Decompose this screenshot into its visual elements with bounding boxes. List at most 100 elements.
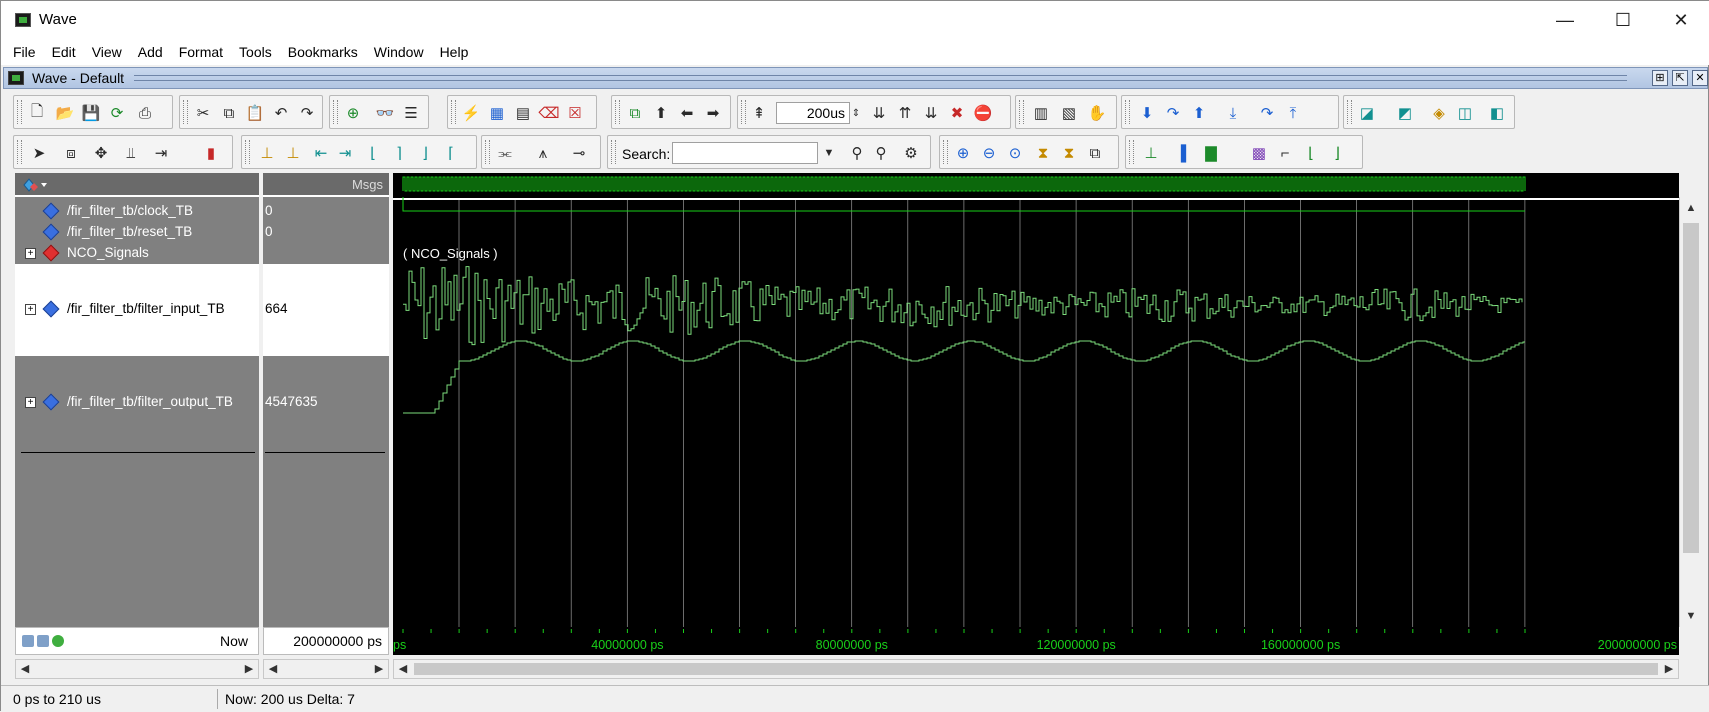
zoom-full-icon[interactable]: ⊙ (1004, 142, 1026, 164)
step-over-2-icon[interactable]: ↷ (1256, 102, 1278, 124)
merge-icon[interactable]: ⫘ (494, 142, 516, 164)
signal-row-nco-group[interactable]: + NCO_Signals (15, 243, 259, 263)
rising-edge-icon[interactable]: ⌉ (388, 142, 410, 164)
signal-row-filter-input[interactable]: + /fir_filter_tb/filter_input_TB (15, 264, 259, 356)
expand-icon[interactable]: + (25, 304, 36, 315)
vertical-scrollbar[interactable]: ▲ ▼ (1679, 197, 1701, 627)
simulate-icon[interactable]: ▤ (512, 102, 534, 124)
refresh-icon[interactable]: ⟳ (106, 102, 128, 124)
fill-mode-icon[interactable]: ▇ (1200, 142, 1222, 164)
previous-rise-icon[interactable]: ⌋ (414, 142, 436, 164)
stop-icon[interactable]: ☒ (564, 102, 586, 124)
bar-mode-icon[interactable]: ▐ (1170, 142, 1192, 164)
insert-cursor-icon[interactable]: ⊥ (256, 142, 278, 164)
up-arrow-icon[interactable]: ⬆ (650, 102, 672, 124)
signal-row-filter-output[interactable]: + /fir_filter_tb/filter_output_TB (15, 357, 259, 449)
value-horizontal-scrollbar[interactable]: ◀ ▶ (263, 659, 389, 679)
zoom-out-icon[interactable]: ⊖ (978, 142, 1000, 164)
scroll-right-icon[interactable]: ▶ (370, 660, 388, 678)
stop-sim-icon[interactable]: ⛔ (972, 102, 994, 124)
split-icon[interactable]: ⩚ (532, 142, 554, 164)
previous-edge-icon[interactable]: ⇤ (310, 142, 332, 164)
next-fall-icon[interactable]: ⌈ (440, 142, 462, 164)
step-into-icon[interactable]: ⬇ (1136, 102, 1158, 124)
run-all-icon[interactable]: ⇊ (920, 102, 942, 124)
step-out-icon[interactable]: ⬆ (1188, 102, 1210, 124)
step-mode-icon[interactable]: ⌐ (1274, 142, 1296, 164)
break-icon[interactable]: ⌫ (538, 102, 560, 124)
print-icon[interactable]: ⎙ (134, 102, 156, 124)
scroll-right-icon[interactable]: ▶ (240, 660, 258, 678)
waveform-pane[interactable]: ( NCO_Signals ) (393, 173, 1679, 627)
redo-icon[interactable]: ↷ (296, 102, 318, 124)
compile-all-icon[interactable]: ▦ (486, 102, 508, 124)
performance-icon[interactable]: ▥ (1030, 102, 1052, 124)
memory-icon[interactable]: ▧ (1058, 102, 1080, 124)
forward-arrow-icon[interactable]: ➡ (702, 102, 724, 124)
run-length-input[interactable] (776, 102, 850, 124)
zoom-cursor-icon[interactable]: ⧗ (1032, 142, 1054, 164)
menu-file[interactable]: File (5, 39, 44, 65)
minimize-button[interactable]: — (1536, 1, 1594, 39)
scroll-left-icon[interactable]: ◀ (394, 660, 412, 678)
copy-icon[interactable]: ⧉ (218, 102, 240, 124)
run-length-spinner[interactable]: ⇕ (850, 102, 862, 124)
paste-icon[interactable]: 📋 (244, 102, 266, 124)
maximize-button[interactable]: ☐ (1594, 1, 1652, 39)
scroll-right-icon[interactable]: ▶ (1660, 660, 1678, 678)
digital-mode-icon[interactable]: ⌋ (1326, 142, 1348, 164)
select-pointer-icon[interactable]: ➤ (28, 142, 50, 164)
expand-icon[interactable]: + (25, 397, 36, 408)
open-folder-icon[interactable]: 📂 (54, 102, 76, 124)
next-edge-icon[interactable]: ⇥ (334, 142, 356, 164)
falling-edge-icon[interactable]: ⌊ (362, 142, 384, 164)
pane-undock-icon[interactable]: ⇱ (1672, 70, 1688, 86)
traffic-light-icon[interactable]: ▮ (200, 142, 222, 164)
search-options-icon[interactable]: ⚙ (900, 142, 922, 164)
analog-mode-icon[interactable]: ⌊ (1300, 142, 1322, 164)
scroll-left-icon[interactable]: ◀ (264, 660, 282, 678)
vertical-scroll-thumb[interactable] (1683, 223, 1699, 553)
insert-mode-icon[interactable]: ⇥ (150, 142, 172, 164)
expand-mode-icon[interactable]: ▩ (1248, 142, 1270, 164)
pan-mode-icon[interactable]: ✥ (90, 142, 112, 164)
close-button[interactable]: ✕ (1652, 1, 1709, 39)
menu-edit[interactable]: Edit (44, 39, 84, 65)
connect-icon[interactable]: ⊸ (568, 142, 590, 164)
pane-header[interactable]: Wave - Default ⊞ ⇱ ✕ (3, 67, 1708, 89)
search-previous-icon[interactable]: ⚲ (846, 142, 868, 164)
run-icon[interactable]: ⇊ (868, 102, 890, 124)
menu-tools[interactable]: Tools (231, 39, 280, 65)
format-1-icon[interactable]: ◪ (1356, 102, 1378, 124)
save-icon[interactable]: 💾 (80, 102, 102, 124)
menu-view[interactable]: View (84, 39, 130, 65)
time-axis[interactable]: ps 40000000 ps 80000000 ps 120000000 ps 1600… (393, 627, 1679, 655)
search-dropdown-icon[interactable]: ▼ (818, 142, 840, 164)
step-dropdown-icon[interactable]: ⤓ (1222, 102, 1244, 124)
compile-icon[interactable]: ⚡ (460, 102, 482, 124)
cursor-tools-icon[interactable] (22, 635, 68, 649)
zoom-in-icon[interactable]: ⊕ (952, 142, 974, 164)
add-icon[interactable]: ⊕ (342, 102, 364, 124)
break-sim-icon[interactable]: ✖ (946, 102, 968, 124)
format-3-icon[interactable]: ◈ (1428, 102, 1450, 124)
wave-horizontal-scrollbar[interactable]: ◀ ▶ (393, 659, 1679, 679)
zoom-mode-icon[interactable]: ⧈ (60, 142, 82, 164)
menu-bookmarks[interactable]: Bookmarks (280, 39, 366, 65)
search-next-icon[interactable]: ⚲ (870, 142, 892, 164)
step-over-icon[interactable]: ↷ (1162, 102, 1184, 124)
find-binoculars-icon[interactable]: 👓 (374, 102, 396, 124)
back-arrow-icon[interactable]: ⬅ (676, 102, 698, 124)
structure-icon[interactable]: ☰ (400, 102, 422, 124)
delete-cursor-icon[interactable]: ⊥ (282, 142, 304, 164)
format-5-icon[interactable]: ◧ (1486, 102, 1508, 124)
step-out-2-icon[interactable]: ⤒ (1282, 102, 1304, 124)
edit-mode-icon[interactable]: ⫫ (120, 142, 142, 164)
zoom-cursors-icon[interactable]: ⧗ (1058, 142, 1080, 164)
wave-scroll-thumb[interactable] (414, 663, 1658, 675)
signal-row-reset[interactable]: /fir_filter_tb/reset_TB (15, 222, 259, 242)
pane-dock-icon[interactable]: ⊞ (1652, 70, 1668, 86)
continue-icon[interactable]: ⇈ (894, 102, 916, 124)
format-4-icon[interactable]: ◫ (1454, 102, 1476, 124)
pane-close-icon[interactable]: ✕ (1692, 70, 1708, 86)
